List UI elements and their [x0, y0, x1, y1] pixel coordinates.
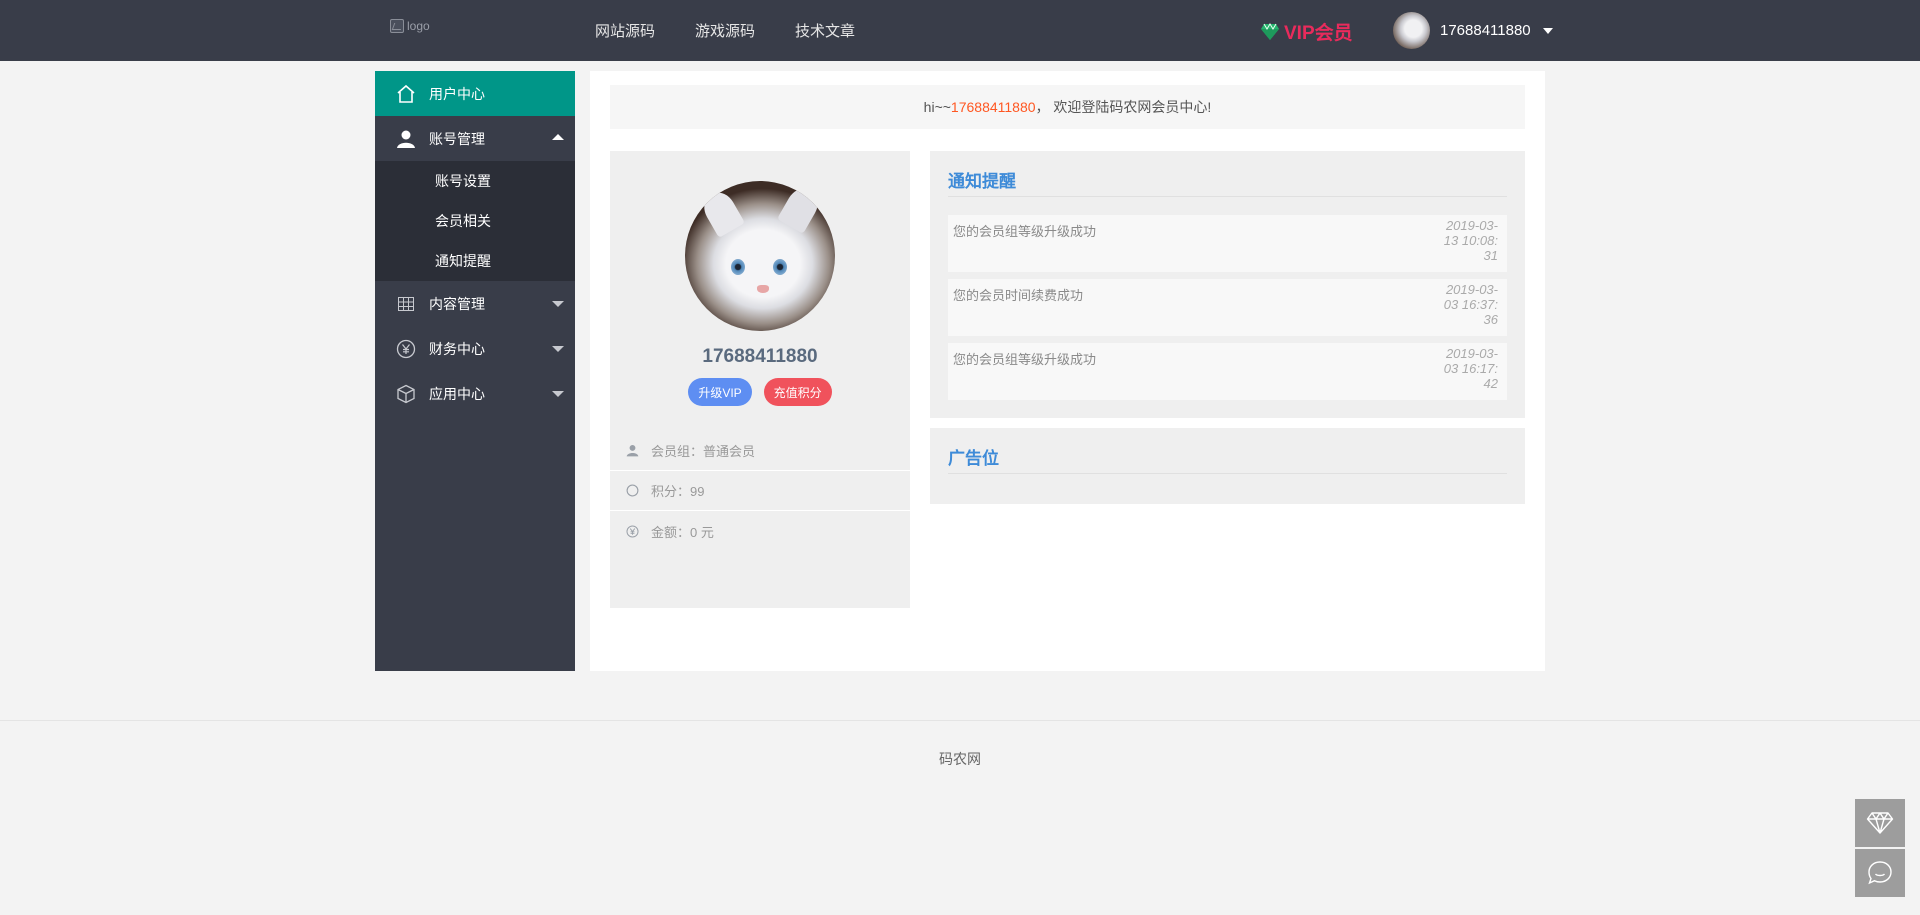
cube-icon [395, 383, 417, 405]
submenu-notifications[interactable]: 通知提醒 [375, 241, 575, 281]
sidebar-item-account-management[interactable]: 账号管理 [375, 116, 575, 161]
list-item[interactable]: 您的会员组等级升级成功 2019-03-03 16:17:42 [948, 343, 1507, 400]
caret-down-icon [552, 391, 564, 397]
broken-image-icon [390, 19, 404, 33]
vip-member-link[interactable]: VIP会员 [1260, 18, 1353, 45]
chat-bubble-icon [1868, 861, 1892, 885]
notification-title: 通知提醒 [948, 167, 1507, 197]
notification-message: 您的会员组等级升级成功 [953, 224, 1097, 239]
sidebar: 用户中心 账号管理 账号设置 会员相关 通知提醒 内容管理 财务中心 应用中心 [375, 71, 575, 671]
caret-down-icon [552, 301, 564, 307]
sidebar-item-user-center[interactable]: 用户中心 [375, 71, 575, 116]
list-item[interactable]: 您的会员组等级升级成功 2019-03-13 10:08:31 [948, 215, 1507, 272]
notification-time: 2019-03-03 16:37:36 [1443, 282, 1498, 327]
avatar [1393, 12, 1430, 49]
sidebar-item-label: 财务中心 [429, 340, 485, 357]
nav-website-source[interactable]: 网站源码 [595, 20, 655, 41]
welcome-banner: hi~~ 17688411880 ， 欢迎登陆码农网会员中心! [610, 85, 1525, 129]
account-submenu: 账号设置 会员相关 通知提醒 [375, 161, 575, 281]
points-row: 积分：99 [610, 471, 910, 511]
list-item[interactable]: 您的会员时间续费成功 2019-03-03 16:37:36 [948, 279, 1507, 336]
submenu-membership[interactable]: 会员相关 [375, 201, 575, 241]
avatar [685, 181, 835, 331]
profile-username: 17688411880 [702, 346, 818, 367]
yen-circle-icon [625, 524, 639, 538]
sidebar-item-label: 内容管理 [429, 295, 485, 312]
sidebar-item-content-management[interactable]: 内容管理 [375, 281, 575, 326]
sidebar-item-finance-center[interactable]: 财务中心 [375, 326, 575, 371]
caret-up-icon [552, 134, 564, 140]
profile-actions: 升级VIP 充值积分 [610, 378, 910, 406]
balance-text: 金额：0 元 [651, 524, 714, 540]
notification-message: 您的会员时间续费成功 [953, 288, 1084, 303]
sidebar-item-label: 用户中心 [429, 85, 485, 102]
user-icon [625, 444, 639, 458]
diamond-icon [1261, 22, 1279, 40]
footer-copyright: 码农网 [939, 751, 981, 767]
profile-card: 17688411880 升级VIP 充值积分 会员组：普通会员 积分：99 金额… [610, 151, 910, 608]
user-icon [395, 128, 417, 150]
balance-row: 金额：0 元 [610, 511, 910, 551]
notification-time: 2019-03-03 16:17:42 [1443, 346, 1498, 391]
footer: 码农网 [0, 720, 1920, 915]
notification-message: 您的会员组等级升级成功 [953, 352, 1097, 367]
sidebar-item-label: 账号管理 [429, 130, 485, 147]
submenu-account-settings[interactable]: 账号设置 [375, 161, 575, 201]
nav-tech-articles[interactable]: 技术文章 [795, 20, 855, 41]
profile-info: 会员组：普通会员 积分：99 金额：0 元 [610, 431, 910, 551]
member-group-text: 会员组：普通会员 [651, 444, 756, 459]
notification-time: 2019-03-13 10:08:31 [1443, 218, 1498, 263]
main-panel: hi~~ 17688411880 ， 欢迎登陆码农网会员中心! 17688411… [590, 71, 1545, 671]
sidebar-item-app-center[interactable]: 应用中心 [375, 371, 575, 416]
circle-icon [625, 484, 639, 498]
home-icon [395, 83, 417, 105]
points-text: 积分：99 [651, 484, 705, 499]
recharge-points-button[interactable]: 充值积分 [763, 378, 832, 406]
site-logo[interactable]: logo [390, 16, 450, 36]
member-group-row: 会员组：普通会员 [610, 431, 910, 471]
floating-chat-button[interactable] [1855, 849, 1905, 897]
sidebar-item-label: 应用中心 [429, 385, 485, 402]
nav-game-source[interactable]: 游戏源码 [695, 20, 755, 41]
yen-circle-icon [395, 338, 417, 360]
ad-panel: 广告位 [930, 428, 1525, 504]
ad-title: 广告位 [948, 444, 1507, 474]
header-username: 17688411880 [1440, 22, 1531, 39]
welcome-phone: 17688411880 [950, 99, 1036, 115]
welcome-prefix: hi~~ [923, 99, 951, 115]
caret-down-icon [552, 346, 564, 352]
floating-vip-button[interactable] [1855, 799, 1905, 847]
user-menu[interactable]: 17688411880 [1393, 12, 1553, 49]
vip-label: VIP会员 [1284, 23, 1353, 44]
upgrade-vip-button[interactable]: 升级VIP [688, 378, 752, 406]
logo-alt-text: logo [407, 19, 430, 33]
caret-down-icon [1542, 27, 1553, 34]
welcome-suffix: ， 欢迎登陆码农网会员中心! [1035, 99, 1212, 115]
notification-panel: 通知提醒 您的会员组等级升级成功 2019-03-13 10:08:31 您的会… [930, 151, 1525, 418]
grid-icon [395, 293, 417, 315]
top-navbar: logo 网站源码 游戏源码 技术文章 VIP会员 17688411880 [0, 0, 1920, 61]
notification-list: 您的会员组等级升级成功 2019-03-13 10:08:31 您的会员时间续费… [948, 215, 1507, 400]
diamond-icon [1866, 812, 1894, 834]
main-nav: 网站源码 游戏源码 技术文章 [595, 0, 855, 61]
